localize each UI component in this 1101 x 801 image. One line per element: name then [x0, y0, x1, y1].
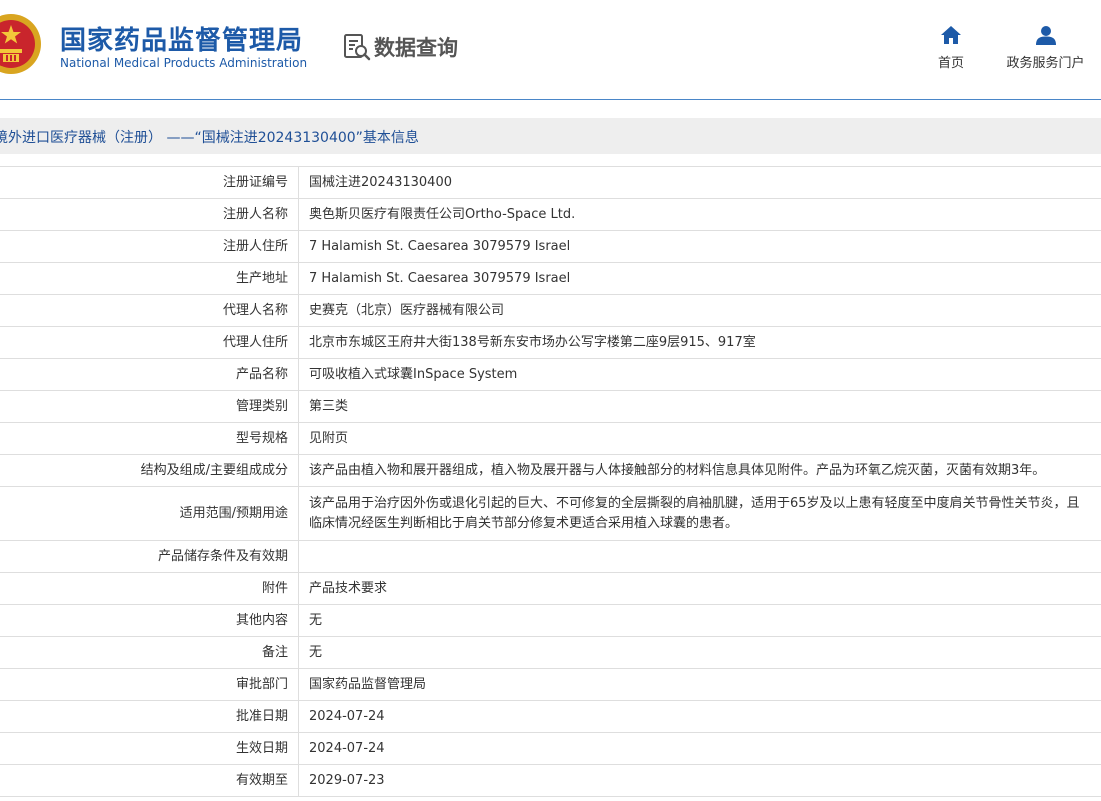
field-value: 该产品用于治疗因外伤或退化引起的巨大、不可修复的全层撕裂的肩袖肌腱，适用于65岁…	[298, 486, 1101, 541]
registration-detail-table: 注册证编号 国械注进20243130400 注册人名称 奥色斯贝医疗有限责任公司Ort…	[0, 166, 1101, 797]
field-value: 2024-07-24	[298, 700, 1101, 733]
table-row: 产品名称 可吸收植入式球囊InSpace System	[0, 358, 1101, 391]
field-label: 代理人名称	[0, 294, 299, 327]
field-value: 国家药品监督管理局	[298, 668, 1101, 701]
document-search-icon	[344, 34, 371, 61]
field-value: 可吸收植入式球囊InSpace System	[298, 358, 1101, 391]
field-label: 代理人住所	[0, 326, 299, 359]
table-row: 备注无	[0, 636, 1101, 669]
table-row: 适用范围/预期用途 该产品用于治疗因外伤或退化引起的巨大、不可修复的全层撕裂的肩袖…	[0, 486, 1101, 541]
field-label: 生产地址	[0, 262, 299, 295]
field-label: 结构及组成/主要组成成分	[0, 454, 299, 487]
field-label: 型号规格	[0, 422, 299, 455]
field-value: 北京市东城区王府井大街138号新东安市场办公写字楼第二座9层915、917室	[298, 326, 1101, 359]
field-value: 2029-07-23	[298, 764, 1101, 797]
field-value: 无	[298, 636, 1101, 669]
table-row: 其他内容无	[0, 604, 1101, 637]
nav-home-link[interactable]: 首页	[927, 24, 975, 71]
table-row: 型号规格 见附页	[0, 422, 1101, 455]
table-row: 注册人住所 7 Halamish St. Caesarea 3079579 Isr…	[0, 230, 1101, 263]
table-row: 代理人住所 北京市东城区王府井大街138号新东安市场办公写字楼第二座9层915、9…	[0, 326, 1101, 359]
nav-service-portal-link[interactable]: 政务服务门户	[998, 24, 1093, 71]
field-label: 其他内容	[0, 604, 299, 637]
field-label: 注册证编号	[0, 166, 299, 199]
table-row: 生产地址 7 Halamish St. Caesarea 3079579 Isra…	[0, 262, 1101, 295]
field-value: 见附页	[298, 422, 1101, 455]
nav-service-portal-label: 政务服务门户	[1006, 56, 1085, 71]
field-value	[298, 540, 1101, 573]
field-label: 产品储存条件及有效期	[0, 540, 299, 573]
field-value: 无	[298, 604, 1101, 637]
field-value: 该产品由植入物和展开器组成，植入物及展开器与人体接触部分的材料信息具体见附件。产…	[298, 454, 1101, 487]
national-emblem-icon	[0, 14, 41, 74]
field-label: 附件	[0, 572, 299, 605]
site-header: 国家药品监督管理局 National Medical Products Admi…	[0, 0, 1101, 100]
field-label: 批准日期	[0, 700, 299, 733]
field-label: 适用范围/预期用途	[0, 486, 299, 541]
field-value: 2024-07-24	[298, 732, 1101, 765]
table-row: 管理类别 第三类	[0, 390, 1101, 423]
header-divider	[0, 99, 1101, 100]
agency-name-cn: 国家药品监督管理局	[60, 26, 304, 56]
nav-home-label: 首页	[937, 56, 964, 71]
field-value: 7 Halamish St. Caesarea 3079579 Israel	[298, 230, 1101, 263]
field-value: 国械注进20243130400	[298, 166, 1101, 199]
table-row: 注册人名称 奥色斯贝医疗有限责任公司Ortho-Space Ltd.	[0, 198, 1101, 231]
field-label: 生效日期	[0, 732, 299, 765]
home-icon	[941, 26, 961, 44]
data-query-label: 数据查询	[374, 36, 458, 60]
field-label: 管理类别	[0, 390, 299, 423]
table-row: 产品储存条件及有效期	[0, 540, 1101, 573]
table-row: 批准日期 2024-07-24	[0, 700, 1101, 733]
field-value: 奥色斯贝医疗有限责任公司Ortho-Space Ltd.	[298, 198, 1101, 231]
table-row: 结构及组成/主要组成成分 该产品由植入物和展开器组成，植入物及展开器与人体接触部分…	[0, 454, 1101, 487]
field-value: 7 Halamish St. Caesarea 3079579 Israel	[298, 262, 1101, 295]
table-row: 有效期至 2029-07-23	[0, 764, 1101, 797]
table-row: 注册证编号 国械注进20243130400	[0, 166, 1101, 199]
field-label: 审批部门	[0, 668, 299, 701]
record-title: 境外进口医疗器械（注册） ——“国械注进20243130400”基本信息	[0, 130, 419, 146]
table-row: 审批部门 国家药品监督管理局	[0, 668, 1101, 701]
field-value: 第三类	[298, 390, 1101, 423]
user-icon	[1035, 26, 1056, 45]
field-label: 有效期至	[0, 764, 299, 797]
field-label: 产品名称	[0, 358, 299, 391]
field-label: 注册人住所	[0, 230, 299, 263]
field-value: 产品技术要求	[298, 572, 1101, 605]
field-value: 史赛克（北京）医疗器械有限公司	[298, 294, 1101, 327]
field-label: 备注	[0, 636, 299, 669]
table-row: 附件 产品技术要求	[0, 572, 1101, 605]
record-title-bar: 境外进口医疗器械（注册） ——“国械注进20243130400”基本信息	[0, 118, 1101, 154]
table-row: 生效日期 2024-07-24	[0, 732, 1101, 765]
table-row: 代理人名称 史赛克（北京）医疗器械有限公司	[0, 294, 1101, 327]
agency-name-en: National Medical Products Administration	[60, 56, 308, 70]
field-label: 注册人名称	[0, 198, 299, 231]
